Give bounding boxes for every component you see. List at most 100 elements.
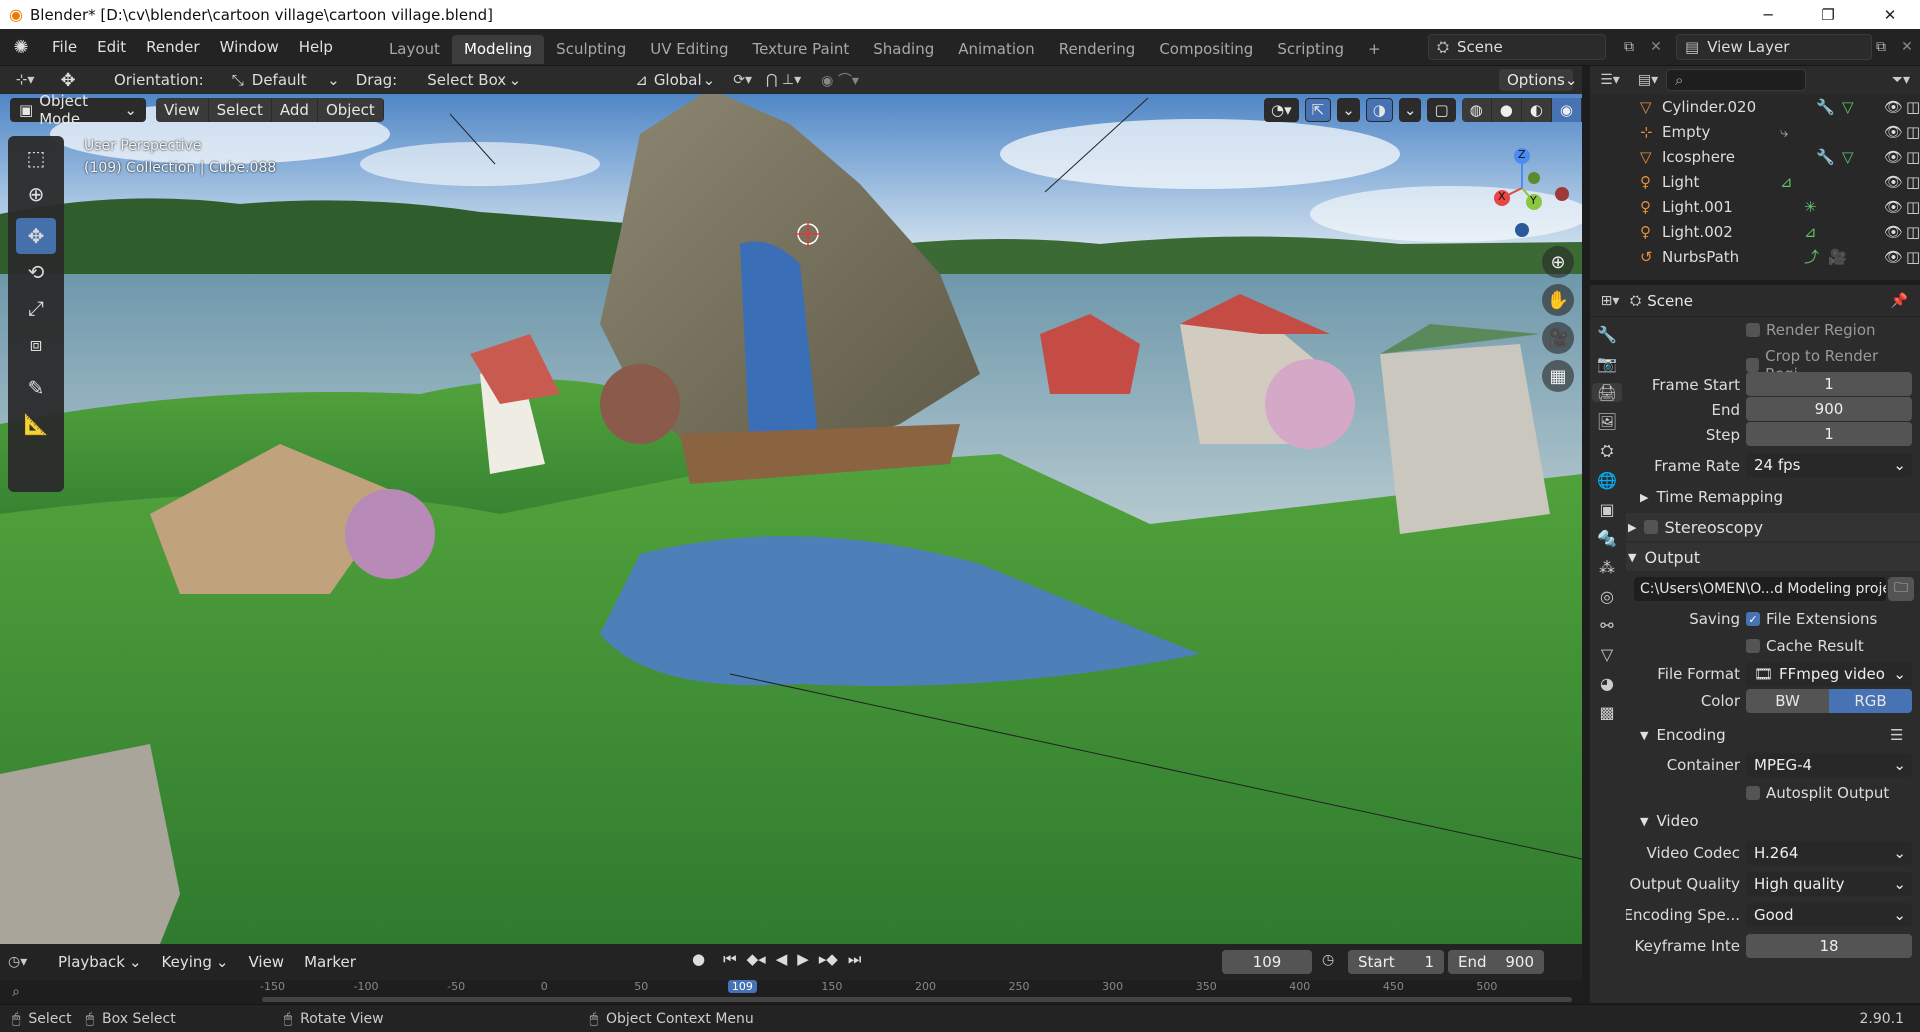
transform-orientation-dropdown[interactable]: ⊿ Global ⌄ — [627, 67, 723, 93]
eye-icon[interactable]: 👁 — [1884, 98, 1903, 116]
grid-perspective-icon[interactable]: ▦ — [1542, 360, 1574, 392]
current-frame-field[interactable]: 109 — [1222, 950, 1312, 974]
tab-animation[interactable]: Animation — [946, 35, 1046, 64]
new-view-layer-icon[interactable]: ⧉ — [1866, 34, 1896, 60]
filter-icon[interactable]: ⏷▾ — [1892, 72, 1910, 88]
timeline-ruler[interactable]: ⌕ -150 -100 -50 0 50 109 150 200 250 300 350 400 450… — [0, 980, 1582, 1004]
tab-scripting[interactable]: Scripting — [1265, 35, 1356, 64]
overlays-dropdown-icon[interactable]: ⌄ — [1398, 98, 1422, 122]
play-reverse-icon[interactable]: ◀ — [776, 950, 788, 968]
end-frame-field[interactable]: End 900 — [1448, 950, 1544, 974]
physics-tab-icon[interactable]: ◎ — [1600, 587, 1614, 606]
gizmo-toggle-icon[interactable]: ⇱ — [1304, 98, 1332, 122]
tool-tab-icon[interactable]: 🔧 — [1597, 325, 1617, 344]
record-icon[interactable]: ● — [692, 950, 705, 968]
outliner-item[interactable]: ▽ Icosphere 🔧 ▽ 👁 ◫ — [1640, 144, 1920, 169]
measure-tool-icon[interactable]: 📐 — [16, 406, 56, 442]
menu-render[interactable]: Render — [136, 29, 209, 66]
pan-hand-icon[interactable]: ✋ — [1542, 284, 1574, 316]
view-layer-tab-icon[interactable]: 🖼 — [1597, 412, 1617, 431]
start-frame-field[interactable]: Start 1 — [1348, 950, 1444, 974]
file-extensions-checkbox[interactable]: ✓ File Extensions — [1746, 610, 1877, 628]
keying-menu[interactable]: Keying ⌄ — [152, 944, 239, 980]
timeline-scrollbar[interactable] — [262, 997, 1572, 1002]
select-box-tool-icon[interactable]: ⬚ — [16, 140, 56, 176]
tab-shading[interactable]: Shading — [861, 35, 946, 64]
video-section[interactable]: ▼ Video — [1640, 807, 1920, 835]
rotate-tool-icon[interactable]: ⟲ — [16, 254, 56, 290]
output-section[interactable]: ▼Output⠿ — [1626, 543, 1920, 571]
timeline-editor-icon[interactable]: ◷▾ — [8, 954, 48, 970]
menu-select[interactable]: Select — [209, 98, 272, 122]
camera-render-icon[interactable]: ◫ — [1906, 123, 1920, 141]
transform-tool-icon[interactable]: ⧈ — [16, 326, 56, 362]
keyframe-interval-field[interactable]: 18 — [1746, 934, 1912, 958]
orientation-dropdown[interactable]: ⤡ Default ⌄ — [224, 67, 348, 93]
camera-render-icon[interactable]: ◫ — [1906, 223, 1920, 241]
output-path-field[interactable]: C:\Users\OMEN\O...d Modeling project — [1634, 577, 1886, 601]
menu-view[interactable]: View — [156, 98, 209, 122]
eye-icon[interactable]: 👁 — [1884, 123, 1903, 141]
encoding-section[interactable]: ▼ Encoding ☰ — [1640, 721, 1920, 749]
output-quality-dropdown[interactable]: High quality ⌄ — [1746, 872, 1912, 896]
tab-compositing[interactable]: Compositing — [1147, 35, 1265, 64]
maximize-button[interactable]: ❐ — [1800, 0, 1856, 29]
next-keyframe-icon[interactable]: ▸◆ — [819, 950, 838, 968]
delete-scene-icon[interactable]: ✕ — [1644, 34, 1668, 60]
particles-tab-icon[interactable]: ⁂ — [1599, 558, 1615, 577]
video-codec-dropdown[interactable]: H.264 ⌄ — [1746, 841, 1912, 865]
modifier-tab-icon[interactable]: 🔩 — [1597, 529, 1617, 548]
visibility-icon[interactable]: ◔▾ — [1264, 98, 1299, 122]
presets-list-icon[interactable]: ☰ — [1890, 726, 1903, 744]
prev-keyframe-icon[interactable]: ◆◂ — [747, 950, 766, 968]
cache-result-checkbox[interactable]: Cache Result — [1746, 637, 1864, 655]
tab-uv-editing[interactable]: UV Editing — [638, 35, 740, 64]
object-tab-icon[interactable]: ▣ — [1599, 500, 1614, 519]
scale-tool-icon[interactable]: ⤢ — [16, 290, 56, 326]
menu-file[interactable]: File — [42, 29, 87, 66]
material-shading-icon[interactable]: ◐ — [1522, 98, 1552, 122]
outliner-item[interactable]: ♀ Light.001 ✳ 👁 ◫ — [1640, 194, 1920, 219]
3d-viewport[interactable]: ▣ Object Mode ⌄ View Select Add Object ◔… — [0, 94, 1582, 944]
drag-dropdown[interactable]: Select Box ⌄ — [419, 67, 529, 93]
eye-icon[interactable]: 👁 — [1884, 223, 1903, 241]
mode-selector[interactable]: ▣ Object Mode ⌄ — [10, 94, 146, 128]
eye-icon[interactable]: 👁 — [1884, 248, 1903, 266]
container-dropdown[interactable]: MPEG-4 ⌄ — [1746, 753, 1912, 777]
camera-render-icon[interactable]: ◫ — [1906, 198, 1920, 216]
menu-add[interactable]: Add — [272, 98, 318, 122]
overlays-icon[interactable]: ◑ — [1365, 98, 1393, 122]
gizmo-dropdown-icon[interactable]: ⌄ — [1337, 98, 1360, 122]
scene-selector[interactable]: ⛭ Scene — [1428, 34, 1606, 60]
minimize-button[interactable]: ─ — [1740, 0, 1796, 29]
world-tab-icon[interactable]: 🌐 — [1597, 471, 1617, 490]
cursor-tool-icon[interactable]: ⊕ — [16, 176, 56, 212]
snap-icon[interactable]: ⋂ ⊥▾ — [766, 72, 801, 88]
eye-icon[interactable]: 👁 — [1884, 173, 1903, 191]
time-remapping-section[interactable]: ▶ Time Remapping — [1640, 483, 1920, 511]
scene-tab-icon[interactable]: ⛭ — [1601, 441, 1614, 461]
tab-texture-paint[interactable]: Texture Paint — [740, 35, 861, 64]
outliner-editor-icon[interactable]: ☰▾ — [1590, 72, 1630, 88]
outliner-item[interactable]: ⊹ Empty ⤷ 👁 ◫ — [1640, 119, 1920, 144]
texture-tab-icon[interactable]: ▩ — [1599, 703, 1614, 722]
camera-view-icon[interactable]: 🎥 — [1542, 322, 1574, 354]
add-workspace-button[interactable]: + — [1356, 35, 1393, 64]
play-icon[interactable]: ▶ — [797, 950, 809, 968]
camera-render-icon[interactable]: ◫ — [1906, 148, 1920, 166]
rendered-shading-icon[interactable]: ◉ — [1551, 98, 1582, 122]
camera-render-icon[interactable]: ◫ — [1906, 173, 1920, 191]
jump-start-icon[interactable]: ⏮ — [723, 950, 737, 968]
camera-render-icon[interactable]: ◫ — [1906, 98, 1920, 116]
solid-shading-icon[interactable]: ● — [1492, 98, 1522, 122]
close-button[interactable]: ✕ — [1862, 0, 1918, 29]
output-tab-icon[interactable]: 🖨 — [1592, 383, 1622, 402]
blender-menu-icon[interactable]: ✺ — [0, 37, 42, 58]
editor-type-icon[interactable]: ⊹▾ — [0, 72, 50, 88]
render-tab-icon[interactable]: 📷 — [1597, 354, 1617, 373]
material-tab-icon[interactable]: ◕ — [1600, 674, 1614, 693]
delete-view-layer-icon[interactable]: ✕ — [1896, 34, 1918, 60]
menu-window[interactable]: Window — [210, 29, 289, 66]
options-dropdown[interactable]: Options ⌄ — [1498, 68, 1577, 92]
frame-end-field[interactable]: 900 — [1746, 397, 1912, 421]
